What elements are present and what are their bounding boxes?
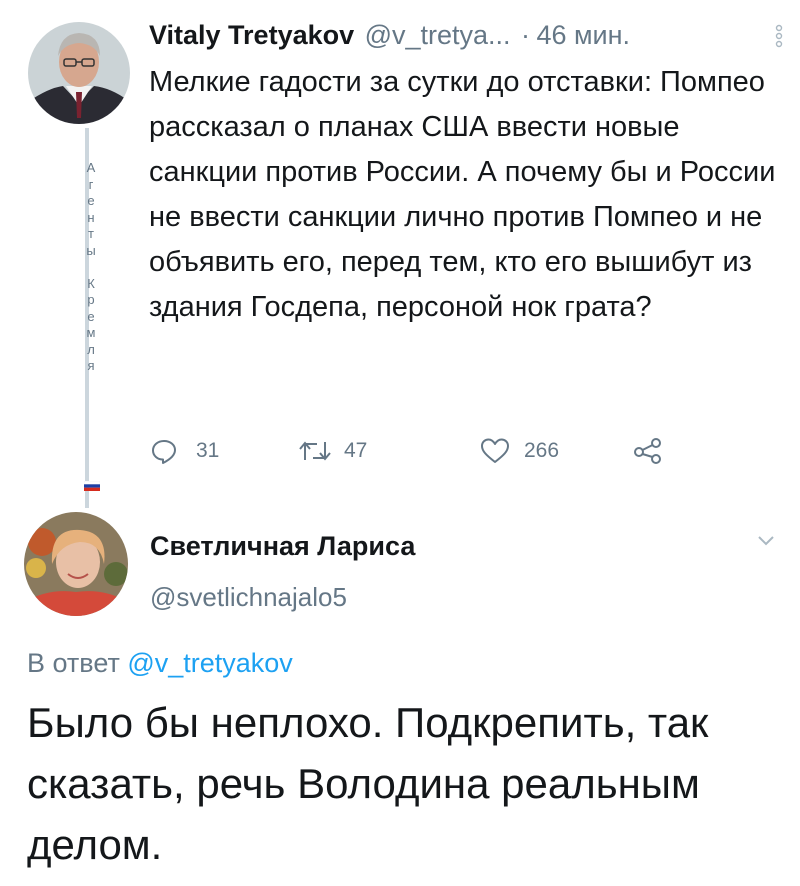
reply-to-mention[interactable]: @v_tretyakov bbox=[127, 648, 292, 678]
more-icon[interactable] bbox=[774, 24, 784, 48]
watermark-vertical-text: Агенты Кремля bbox=[84, 160, 98, 375]
reply-context: В ответ @v_tretyakov bbox=[27, 648, 293, 679]
watermark-letter: я bbox=[87, 358, 95, 373]
watermark-letter: ы bbox=[86, 242, 96, 258]
reply-tweet-text: Было бы неплохо. Подкрепить, так сказать… bbox=[27, 699, 709, 868]
share-icon[interactable] bbox=[633, 438, 663, 464]
reply-icon[interactable] bbox=[150, 437, 178, 465]
retweet-icon[interactable] bbox=[298, 438, 332, 464]
share-action[interactable] bbox=[633, 431, 663, 471]
author-handle[interactable]: @v_tretya... bbox=[365, 20, 511, 50]
avatar-portrait bbox=[24, 512, 128, 616]
author-avatar[interactable] bbox=[28, 22, 130, 124]
watermark-letter: т bbox=[88, 226, 94, 241]
watermark-letter bbox=[84, 259, 98, 276]
reply-count: 31 bbox=[196, 439, 220, 462]
watermark-letter: л bbox=[87, 341, 95, 357]
avatar-portrait bbox=[28, 22, 130, 124]
watermark-letter: А bbox=[86, 160, 96, 175]
author-name[interactable]: Vitaly Tretyakov bbox=[149, 20, 354, 50]
watermark-letter: м bbox=[86, 325, 96, 340]
reply-author-name[interactable]: Светличная Лариса bbox=[150, 531, 415, 562]
reply-action[interactable]: 31 bbox=[150, 431, 219, 471]
watermark-letter: е bbox=[87, 308, 95, 324]
meta-separator: · bbox=[521, 20, 530, 50]
like-action[interactable]: 266 bbox=[480, 431, 559, 471]
watermark-letter: г bbox=[88, 176, 94, 192]
chevron-down-icon[interactable] bbox=[757, 534, 775, 546]
reply-author-handle[interactable]: @svetlichnajalo5 bbox=[150, 582, 347, 613]
retweet-count: 47 bbox=[344, 439, 368, 462]
watermark-letter: е bbox=[87, 193, 95, 208]
like-count: 266 bbox=[524, 439, 560, 462]
reply-prefix: В ответ bbox=[27, 648, 120, 678]
tweet-timestamp[interactable]: 46 мин. bbox=[536, 20, 630, 50]
watermark-letter: К bbox=[87, 275, 95, 291]
watermark-letter: р bbox=[87, 292, 95, 307]
retweet-action[interactable]: 47 bbox=[298, 431, 367, 471]
reply-author-avatar[interactable] bbox=[24, 512, 128, 616]
tweet-text: Мелкие гадости за сутки до отставки: Пом… bbox=[149, 66, 776, 323]
tweet-header: Vitaly Tretyakov @v_tretya... · 46 мин. bbox=[149, 20, 630, 56]
like-icon[interactable] bbox=[480, 437, 510, 465]
russia-flag-icon bbox=[83, 478, 101, 491]
watermark-letter: н bbox=[87, 209, 95, 225]
